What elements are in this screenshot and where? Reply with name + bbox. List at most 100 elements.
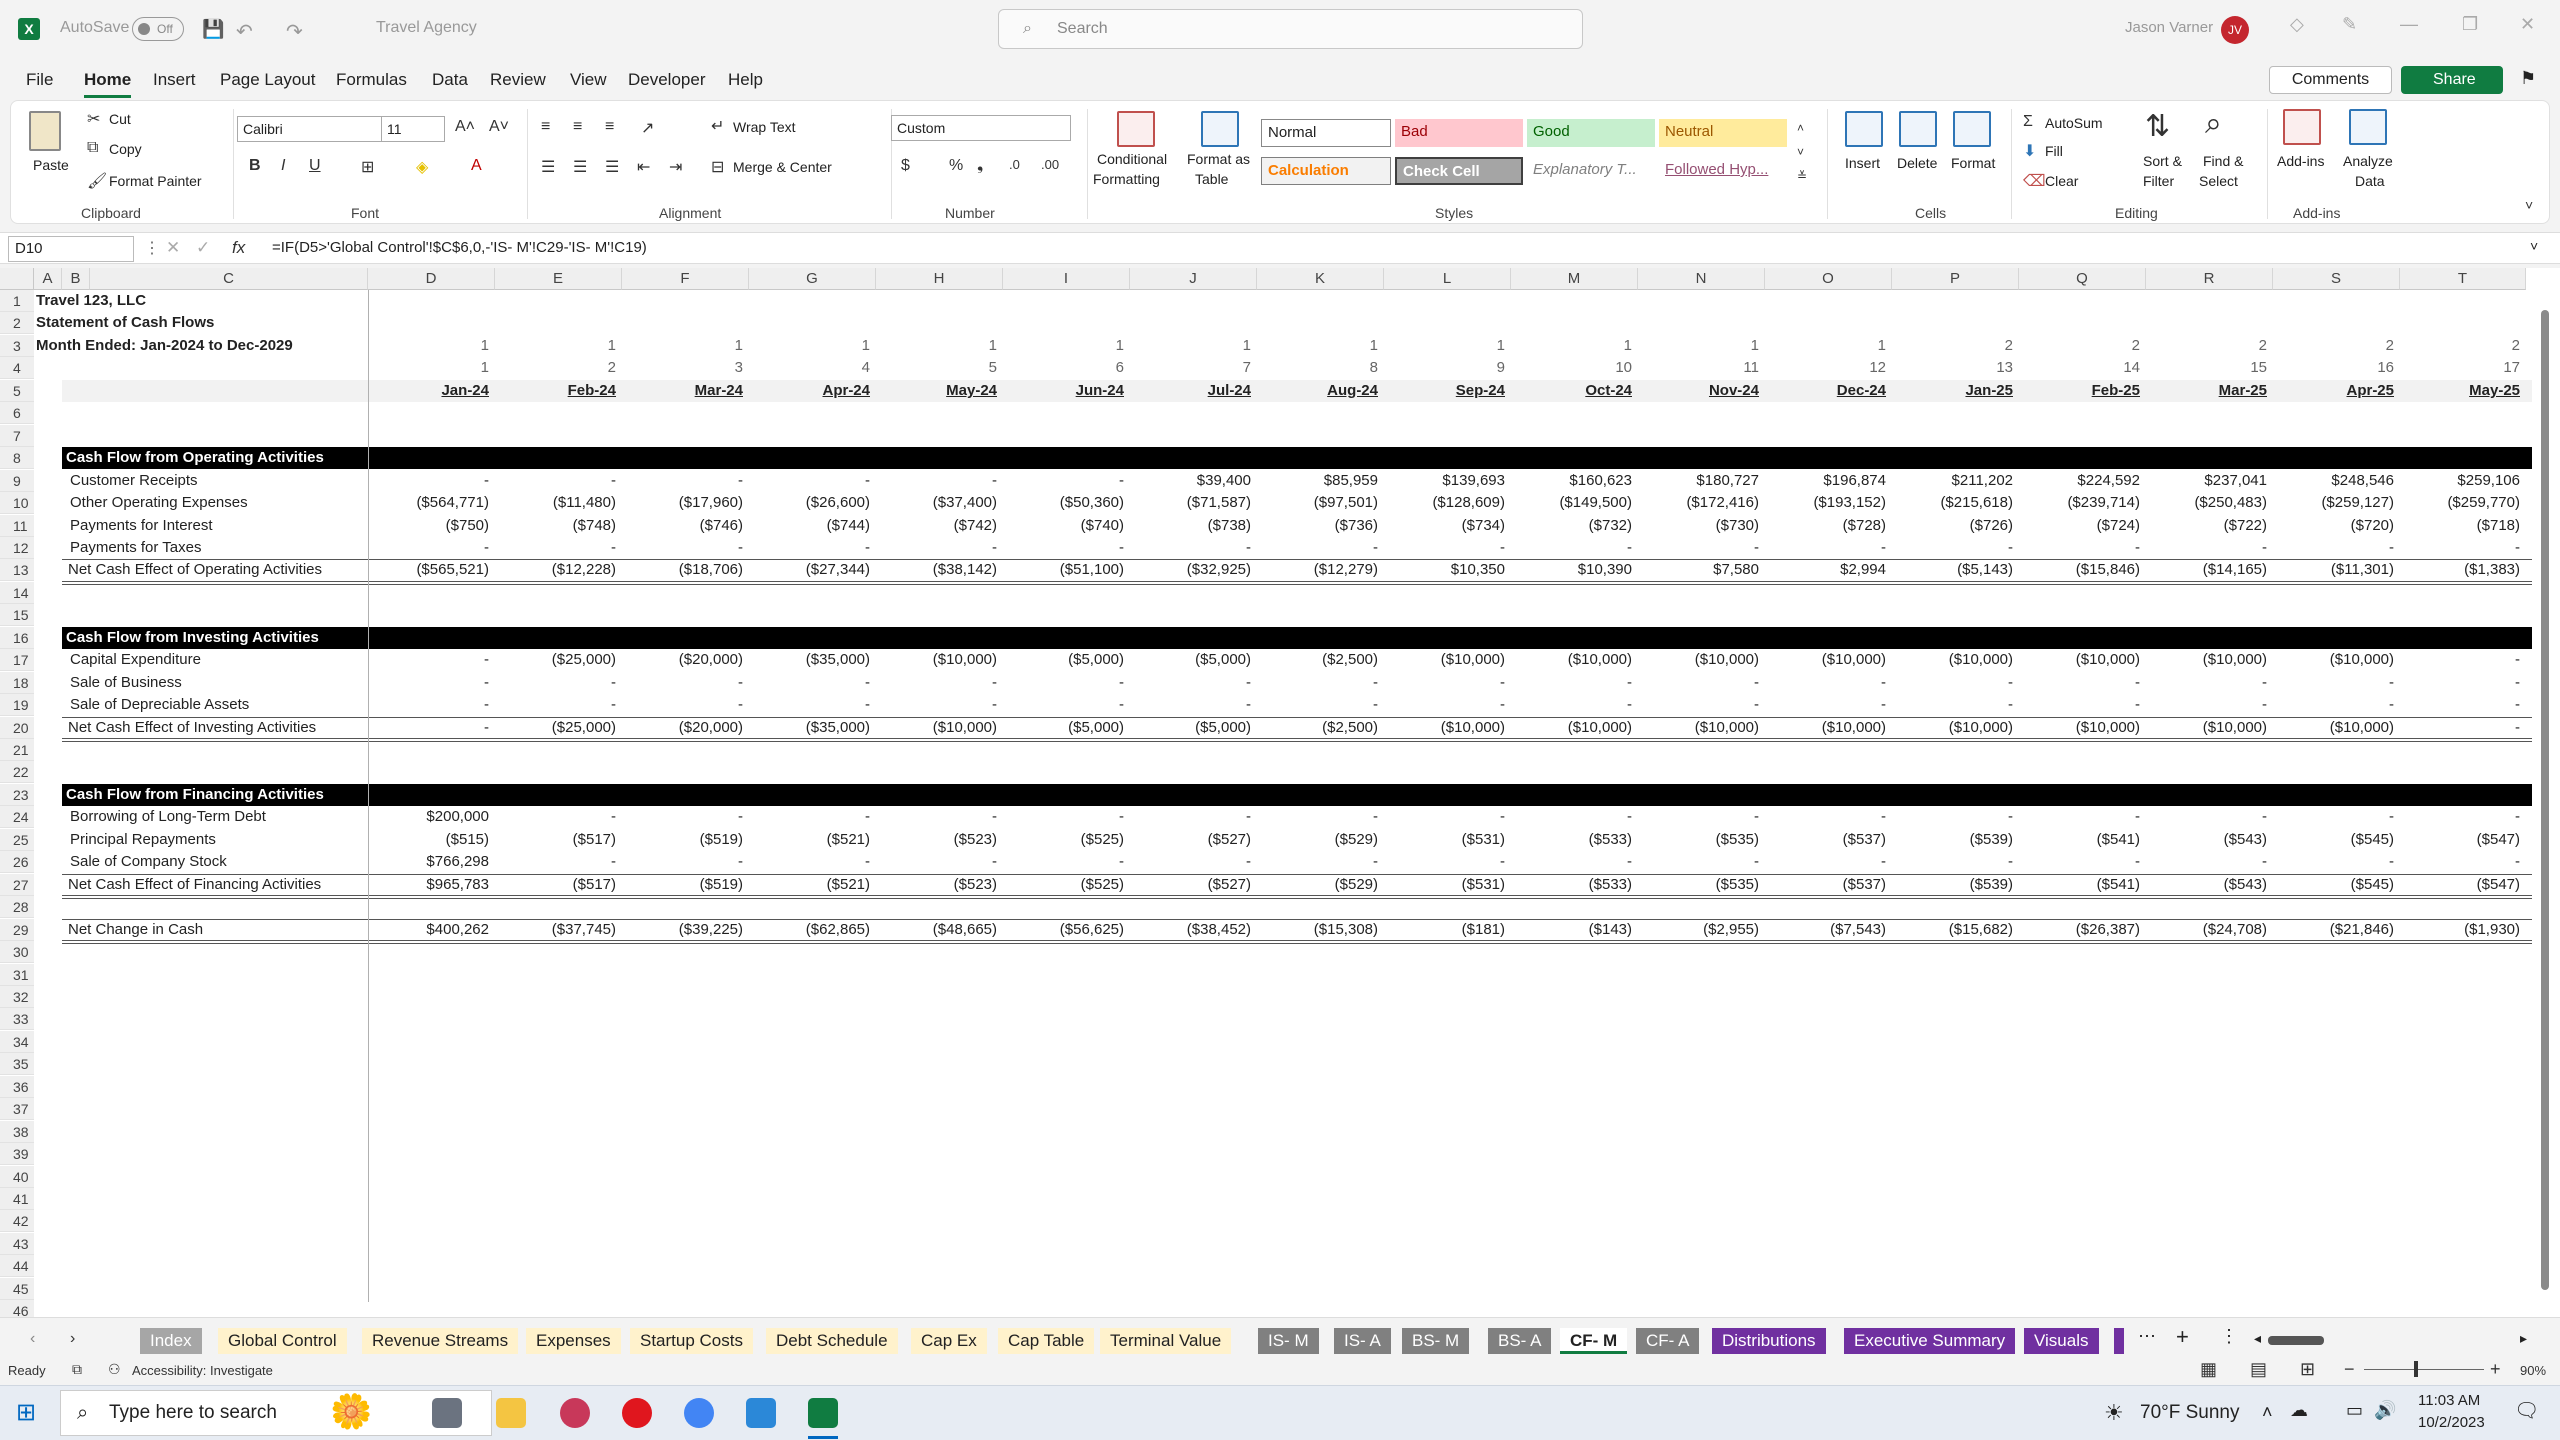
select-button[interactable]: Select <box>2199 173 2238 189</box>
value-cell[interactable]: ($730) <box>1638 515 1765 537</box>
value-cell[interactable]: ($10,000) <box>1511 649 1638 671</box>
network-icon[interactable]: ▭ <box>2346 1400 2363 1421</box>
zoom-in-icon[interactable]: + <box>2490 1359 2501 1380</box>
value-cell[interactable]: - <box>1765 851 1892 873</box>
value-cell[interactable]: ($21,846) <box>2273 919 2400 941</box>
value-cell[interactable]: - <box>1638 672 1765 694</box>
value-cell[interactable]: ($10,000) <box>876 649 1003 671</box>
font-name-select[interactable]: Calibri <box>237 116 385 142</box>
row-header[interactable]: 3 <box>0 334 34 357</box>
save-icon[interactable]: 💾 <box>202 19 224 40</box>
value-cell[interactable]: - <box>749 470 876 492</box>
value-cell[interactable]: $200,000 <box>368 806 495 828</box>
value-cell[interactable]: - <box>2400 717 2526 739</box>
value-cell[interactable]: - <box>876 672 1003 694</box>
value-cell[interactable]: ($239,714) <box>2019 492 2146 514</box>
value-cell[interactable]: - <box>495 694 622 716</box>
value-cell[interactable]: ($726) <box>1892 515 2019 537</box>
value-cell[interactable]: - <box>749 851 876 873</box>
menu-data[interactable]: Data <box>432 70 468 90</box>
sheet-tab-cf-a[interactable]: CF- A <box>1636 1328 1700 1354</box>
value-cell[interactable]: ($181) <box>1384 919 1511 941</box>
value-cell[interactable]: ($62,865) <box>749 919 876 941</box>
wrap-text-icon[interactable]: ↵ <box>711 116 724 136</box>
value-cell[interactable]: - <box>1892 537 2019 559</box>
column-header-h[interactable]: H <box>876 268 1003 290</box>
menu-file[interactable]: File <box>26 70 53 90</box>
value-cell[interactable]: ($748) <box>495 515 622 537</box>
value-cell[interactable]: - <box>749 672 876 694</box>
value-cell[interactable]: - <box>2400 806 2526 828</box>
value-cell[interactable]: - <box>2146 806 2273 828</box>
column-header-a[interactable]: A <box>34 268 62 290</box>
value-cell[interactable]: ($531) <box>1384 874 1511 896</box>
value-cell[interactable]: ($523) <box>876 874 1003 896</box>
row-header[interactable]: 44 <box>0 1255 34 1278</box>
value-cell[interactable]: ($10,000) <box>2019 649 2146 671</box>
style-neutral[interactable]: Neutral <box>1659 119 1787 147</box>
decrease-indent-icon[interactable]: ⇤ <box>637 157 650 177</box>
value-cell[interactable]: - <box>1892 672 2019 694</box>
value-cell[interactable]: $7,580 <box>1638 559 1765 581</box>
row-header[interactable]: 7 <box>0 424 34 447</box>
value-cell[interactable]: ($750) <box>368 515 495 537</box>
value-cell[interactable]: $139,693 <box>1384 470 1511 492</box>
value-cell[interactable]: ($1,383) <box>2400 559 2526 581</box>
value-cell[interactable]: - <box>876 806 1003 828</box>
value-cell[interactable]: ($35,000) <box>749 649 876 671</box>
value-cell[interactable]: ($533) <box>1511 829 1638 851</box>
column-header-q[interactable]: Q <box>2019 268 2146 290</box>
row-header[interactable]: 38 <box>0 1120 34 1143</box>
row-header[interactable]: 1 <box>0 290 34 312</box>
month-header-cell[interactable]: Jan-24 <box>368 380 495 402</box>
number-format-select[interactable]: Custom <box>891 115 1071 141</box>
value-cell[interactable]: - <box>1384 806 1511 828</box>
align-top-icon[interactable]: ≡ <box>541 118 550 136</box>
align-bottom-icon[interactable]: ≡ <box>605 118 614 136</box>
value-cell[interactable]: ($545) <box>2273 874 2400 896</box>
taskbar-search[interactable]: ⌕ Type here to search <box>60 1390 492 1436</box>
format-cells-icon[interactable] <box>1953 111 1991 147</box>
value-cell[interactable]: ($250,483) <box>2146 492 2273 514</box>
row-header[interactable]: 22 <box>0 761 34 784</box>
value-cell[interactable]: ($734) <box>1384 515 1511 537</box>
align-left-icon[interactable]: ☰ <box>541 157 555 177</box>
value-cell[interactable]: - <box>1130 694 1257 716</box>
value-cell[interactable]: - <box>622 537 749 559</box>
wrap-text-button[interactable]: Wrap Text <box>733 119 796 135</box>
row-header[interactable]: 14 <box>0 581 34 604</box>
value-cell[interactable]: - <box>1511 851 1638 873</box>
value-cell[interactable]: ($529) <box>1257 874 1384 896</box>
row-header[interactable]: 41 <box>0 1188 34 1210</box>
sheet-tab-is-m[interactable]: IS- M <box>1258 1328 1319 1354</box>
row-header[interactable]: 6 <box>0 402 34 425</box>
decrease-decimal-icon[interactable]: .00 <box>1041 157 1059 172</box>
bold-icon[interactable]: B <box>249 157 261 175</box>
comments-button[interactable]: Comments <box>2269 66 2392 94</box>
styles-more-icon[interactable]: ≚ <box>1797 169 1807 183</box>
format-as-table-icon[interactable] <box>1201 111 1239 147</box>
value-cell[interactable]: - <box>1892 694 2019 716</box>
value-cell[interactable]: ($541) <box>2019 874 2146 896</box>
format-painter-icon[interactable]: 🖌 <box>87 171 107 191</box>
value-cell[interactable]: - <box>1892 851 2019 873</box>
value-cell[interactable]: ($51,100) <box>1003 559 1130 581</box>
paste-icon[interactable] <box>29 111 61 151</box>
row-header[interactable]: 12 <box>0 536 34 559</box>
value-cell[interactable]: - <box>1257 806 1384 828</box>
enter-icon[interactable]: ✓ <box>196 238 210 258</box>
clock-time[interactable]: 11:03 AM <box>2418 1392 2480 1409</box>
value-cell[interactable]: - <box>2019 851 2146 873</box>
align-middle-icon[interactable]: ≡ <box>573 118 582 136</box>
value-cell[interactable]: ($17,960) <box>622 492 749 514</box>
value-cell[interactable]: - <box>2273 537 2400 559</box>
value-cell[interactable]: ($10,000) <box>2019 717 2146 739</box>
value-cell[interactable]: - <box>368 672 495 694</box>
value-cell[interactable]: ($525) <box>1003 874 1130 896</box>
value-cell[interactable]: - <box>2146 537 2273 559</box>
value-cell[interactable]: - <box>1384 537 1511 559</box>
sheet-options-icon[interactable]: ⋮ <box>2220 1326 2238 1347</box>
value-cell[interactable]: - <box>2019 537 2146 559</box>
value-cell[interactable]: - <box>2146 851 2273 873</box>
value-cell[interactable]: - <box>1765 806 1892 828</box>
